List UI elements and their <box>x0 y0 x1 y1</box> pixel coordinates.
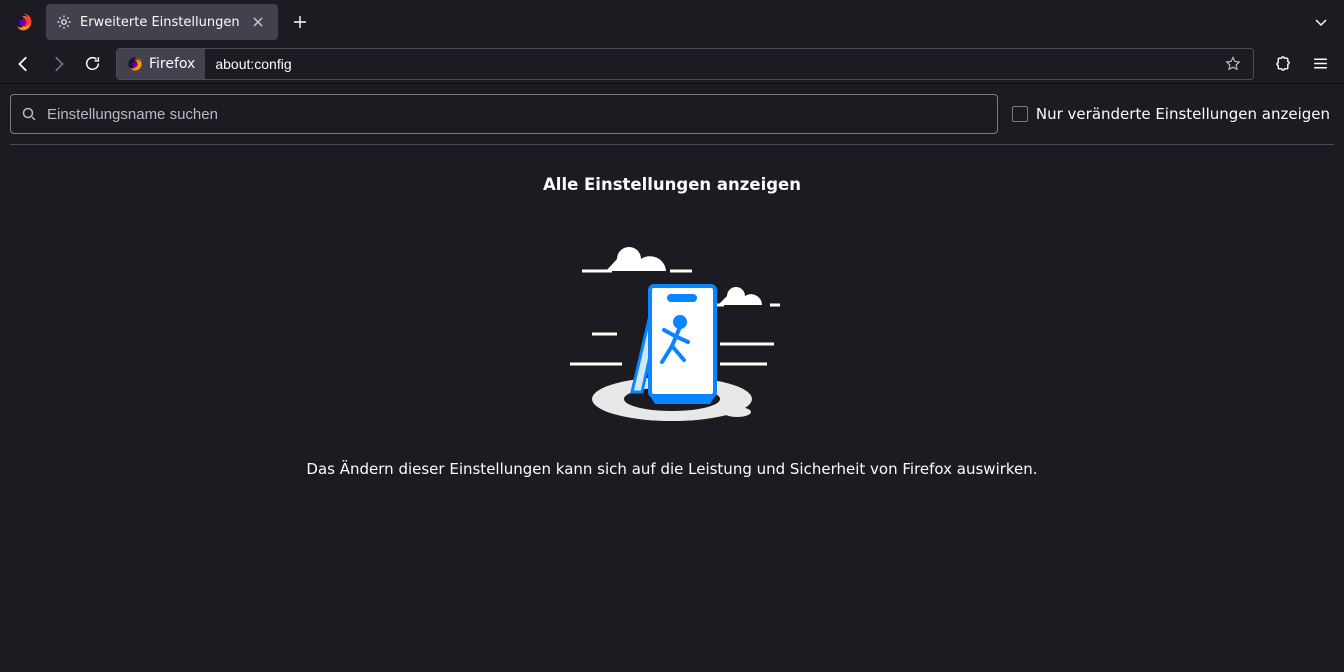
nav-toolbar: Firefox <box>0 44 1344 84</box>
firefox-logo-icon <box>127 56 143 72</box>
caution-illustration <box>10 224 1334 424</box>
close-icon <box>252 16 264 28</box>
search-row: Nur veränderte Einstellungen anzeigen <box>10 94 1334 145</box>
new-tab-button[interactable] <box>284 6 316 38</box>
firefox-logo-icon <box>13 12 33 32</box>
url-bar[interactable]: Firefox <box>116 48 1254 80</box>
back-button[interactable] <box>8 48 40 80</box>
url-input[interactable] <box>205 56 1219 72</box>
plus-icon <box>293 15 307 29</box>
pref-search-box[interactable] <box>10 94 998 134</box>
tab-close-button[interactable] <box>248 12 268 32</box>
show-modified-only-checkbox[interactable]: Nur veränderte Einstellungen anzeigen <box>1012 105 1334 123</box>
urlbar-actions <box>1219 50 1253 78</box>
identity-box[interactable]: Firefox <box>117 49 205 79</box>
arrow-left-icon <box>15 55 33 73</box>
main-panel: Alle Einstellungen anzeigen <box>10 145 1334 478</box>
chevron-down-icon <box>1314 15 1328 29</box>
checkbox-box <box>1012 106 1028 122</box>
gear-icon <box>56 14 72 30</box>
tab-title: Erweiterte Einstellungen <box>80 15 240 30</box>
reload-icon <box>84 55 101 72</box>
firefox-app-button[interactable] <box>6 5 40 39</box>
arrow-right-icon <box>49 55 67 73</box>
browser-tab-active[interactable]: Erweiterte Einstellungen <box>46 4 278 40</box>
pref-search-input[interactable] <box>47 106 987 123</box>
search-icon <box>21 106 37 122</box>
warning-text: Das Ändern dieser Einstellungen kann sic… <box>10 460 1334 478</box>
star-icon <box>1225 56 1241 72</box>
checkbox-label: Nur veränderte Einstellungen anzeigen <box>1036 105 1330 123</box>
tab-strip: Erweiterte Einstellungen <box>0 0 1344 44</box>
reload-button[interactable] <box>76 48 108 80</box>
all-tabs-button[interactable] <box>1304 5 1338 39</box>
hamburger-icon <box>1312 55 1329 72</box>
about-config-content: Nur veränderte Einstellungen anzeigen Al… <box>0 84 1344 672</box>
show-all-heading: Alle Einstellungen anzeigen <box>10 175 1334 194</box>
identity-label: Firefox <box>149 56 195 72</box>
extensions-button[interactable] <box>1266 48 1298 80</box>
forward-button[interactable] <box>42 48 74 80</box>
app-menu-button[interactable] <box>1304 48 1336 80</box>
bookmark-button[interactable] <box>1219 50 1247 78</box>
puzzle-icon <box>1274 55 1291 72</box>
